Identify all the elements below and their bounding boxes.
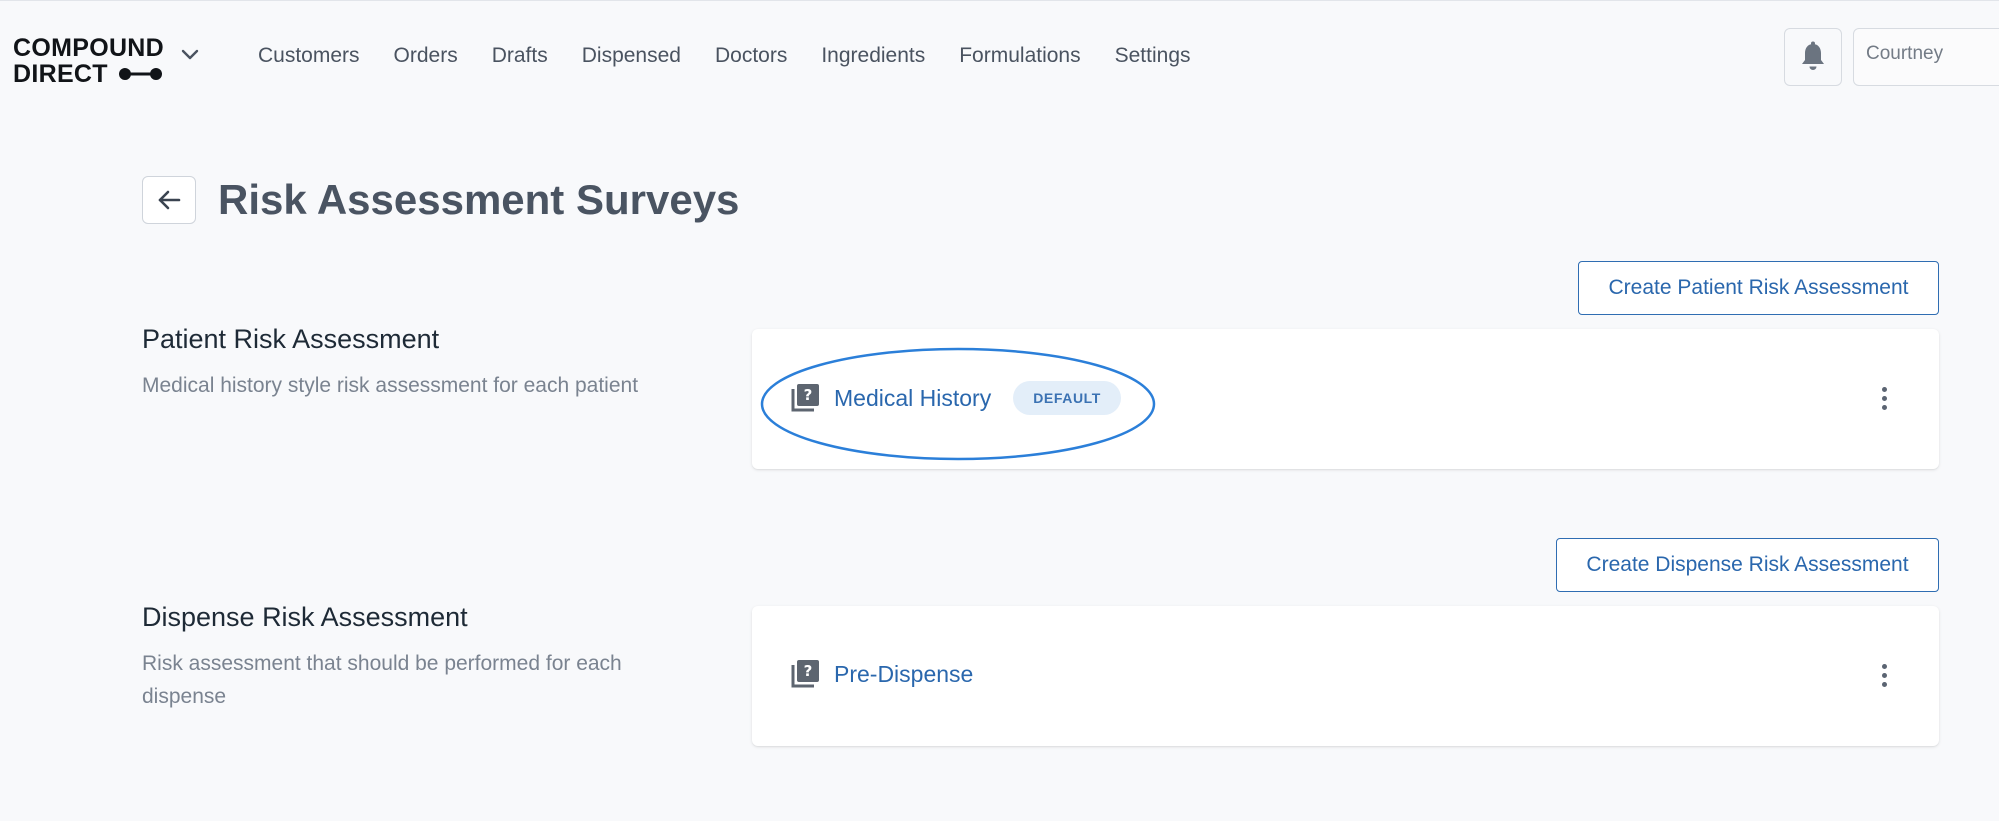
patient-section-description: Medical history style risk assessment fo… — [142, 374, 639, 397]
nav-formulations[interactable]: Formulations — [959, 41, 1080, 71]
compound-direct-logo[interactable]: COMPOUND DIRECT — [13, 34, 173, 88]
dispense-section-description: Risk assessment that should be performed… — [142, 652, 622, 708]
patient-section-title: Patient Risk Assessment — [142, 324, 440, 354]
survey-link-pre-dispense[interactable]: Pre-Dispense — [834, 658, 973, 690]
dispense-section-title: Dispense Risk Assessment — [142, 602, 468, 632]
patient-survey-card: ? Medical History DEFAULT — [752, 329, 1939, 469]
back-button[interactable] — [142, 176, 196, 224]
logo-line-2: DIRECT — [13, 60, 108, 88]
svg-text:?: ? — [804, 386, 813, 404]
survey-row-medical-history: ? Medical History DEFAULT — [790, 381, 1121, 415]
user-name: Courtney — [1866, 43, 1944, 64]
quiz-icon: ? — [791, 660, 819, 688]
logo-line-1: COMPOUND — [13, 34, 165, 62]
nav-settings[interactable]: Settings — [1115, 41, 1191, 71]
page-title: Risk Assessment Surveys — [218, 176, 740, 223]
arrow-left-icon — [158, 190, 181, 210]
nav-dispensed[interactable]: Dispensed — [582, 41, 681, 71]
main-nav: Customers Orders Drafts Dispensed Doctor… — [258, 41, 1225, 71]
survey-row-pre-dispense: ? Pre-Dispense — [790, 658, 973, 690]
chevron-down-icon[interactable] — [180, 47, 200, 61]
quiz-icon: ? — [791, 384, 819, 412]
create-dispense-risk-assessment-button[interactable]: Create Dispense Risk Assessment — [1556, 538, 1939, 592]
default-badge: DEFAULT — [1013, 381, 1121, 415]
more-options-icon[interactable] — [1875, 658, 1893, 692]
nav-customers[interactable]: Customers — [258, 41, 360, 71]
dispense-survey-card: ? Pre-Dispense — [752, 606, 1939, 746]
survey-link-medical-history[interactable]: Medical History — [834, 382, 991, 414]
notifications-button[interactable] — [1784, 28, 1842, 86]
user-menu[interactable]: Courtney — [1853, 28, 1999, 86]
nav-ingredients[interactable]: Ingredients — [821, 41, 925, 71]
more-options-icon[interactable] — [1875, 381, 1893, 415]
nav-drafts[interactable]: Drafts — [492, 41, 548, 71]
create-patient-risk-assessment-button[interactable]: Create Patient Risk Assessment — [1578, 261, 1939, 315]
logo-connector-icon — [118, 68, 162, 80]
nav-orders[interactable]: Orders — [394, 41, 458, 71]
nav-doctors[interactable]: Doctors — [715, 41, 787, 71]
top-navigation-bar: COMPOUND DIRECT Customers Orders Drafts … — [0, 0, 1999, 110]
bell-icon — [1802, 41, 1824, 70]
svg-text:?: ? — [804, 662, 813, 680]
